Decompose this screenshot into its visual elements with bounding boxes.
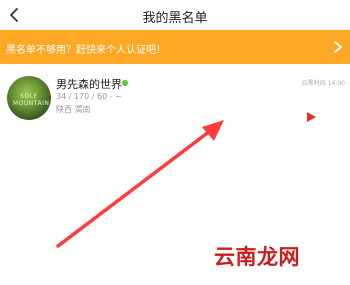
watermark: 云南龙网 (214, 245, 300, 269)
